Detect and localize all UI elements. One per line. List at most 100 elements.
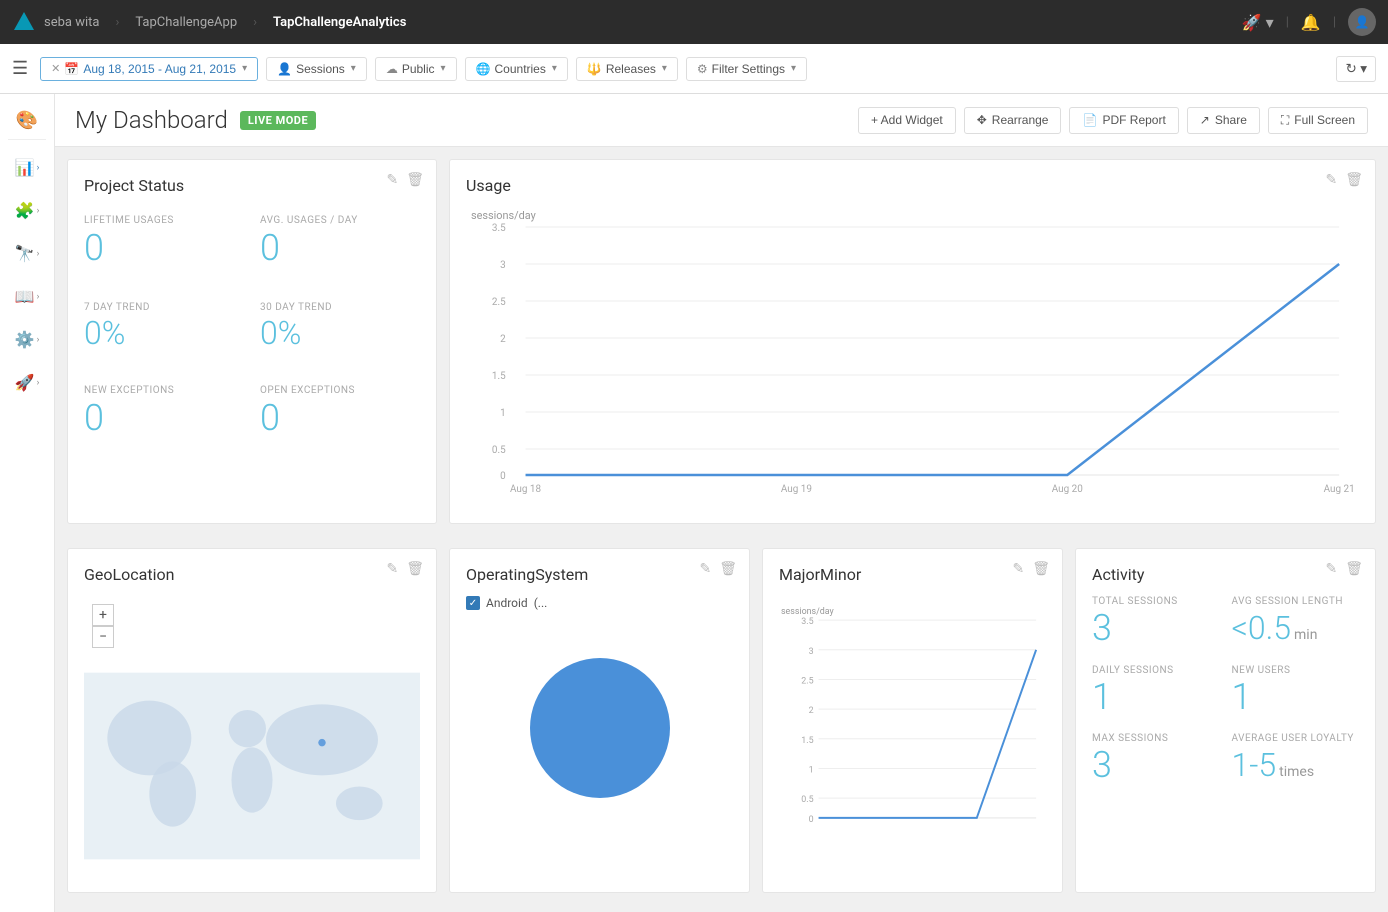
app-name[interactable]: TapChallengeApp bbox=[135, 15, 237, 30]
android-check-icon[interactable]: ✓ bbox=[466, 596, 480, 610]
current-page: TapChallengeAnalytics bbox=[273, 15, 406, 30]
delete-majorminor-icon[interactable]: 🗑 bbox=[1032, 561, 1050, 577]
rearrange-label: Rearrange bbox=[992, 113, 1049, 127]
avg-session-length-unit: min bbox=[1294, 627, 1317, 643]
majorminor-chart: sessions/day 3.5 3 2.5 2 1.5 1 bbox=[779, 596, 1046, 846]
delete-project-status-icon[interactable]: 🗑 bbox=[406, 172, 424, 188]
avatar[interactable]: 👤 bbox=[1348, 8, 1376, 36]
date-range-button[interactable]: ✕ 📅 Aug 18, 2015 - Aug 21, 2015 ▾ bbox=[40, 57, 258, 81]
daily-sessions-stat: DAILY SESSIONS 1 bbox=[1092, 665, 1220, 718]
releases-button[interactable]: 🔱 Releases ▾ bbox=[576, 57, 678, 81]
filter-settings-caret-icon: ▾ bbox=[791, 63, 796, 74]
brand-logo[interactable]: seba wita bbox=[12, 10, 99, 34]
sidebar-item-docs[interactable]: 📖 › bbox=[0, 277, 54, 316]
delete-geolocation-icon[interactable]: 🗑 bbox=[406, 561, 424, 577]
svg-text:sessions/day: sessions/day bbox=[781, 607, 835, 617]
edit-activity-icon[interactable]: ✎ bbox=[1325, 561, 1337, 577]
map-zoom-in-button[interactable]: + bbox=[92, 604, 114, 626]
operating-system-widget: OperatingSystem ✎ 🗑 ✓ Android (... bbox=[449, 548, 750, 893]
lifetime-usages-stat: LIFETIME USAGES 0 bbox=[84, 207, 244, 274]
edit-usage-icon[interactable]: ✎ bbox=[1325, 172, 1337, 188]
delete-os-icon[interactable]: 🗑 bbox=[719, 561, 737, 577]
avg-user-loyalty-stat: AVERAGE USER LOYALTY 1-5 times bbox=[1232, 733, 1360, 786]
activity-title: Activity bbox=[1092, 565, 1359, 584]
total-sessions-stat: TOTAL SESSIONS 3 bbox=[1092, 596, 1220, 649]
new-users-stat: NEW USERS 1 bbox=[1232, 665, 1360, 718]
usage-actions: ✎ 🗑 bbox=[1325, 172, 1363, 188]
geolocation-widget: GeoLocation ✎ 🗑 + − bbox=[67, 548, 437, 893]
releases-caret-icon: ▾ bbox=[662, 63, 667, 74]
countries-button[interactable]: 🌐 Countries ▾ bbox=[465, 57, 568, 81]
avg-user-loyalty-value: 1-5 times bbox=[1232, 746, 1360, 784]
filter-settings-icon: ⚙ bbox=[697, 62, 708, 76]
delete-activity-icon[interactable]: 🗑 bbox=[1345, 561, 1363, 577]
date-caret-icon: ▾ bbox=[242, 63, 247, 74]
max-sessions-value: 3 bbox=[1092, 746, 1220, 786]
filter-settings-button[interactable]: ⚙ Filter Settings ▾ bbox=[686, 57, 807, 81]
settings-arrow-icon: › bbox=[37, 335, 40, 345]
edit-geolocation-icon[interactable]: ✎ bbox=[386, 561, 398, 577]
sidebar-item-explore[interactable]: 🔭 › bbox=[0, 234, 54, 273]
settings-icon: ⚙️ bbox=[15, 330, 35, 349]
sidebar-item-plugins[interactable]: 🧩 › bbox=[0, 191, 54, 230]
pdf-report-button[interactable]: 📄 PDF Report bbox=[1069, 107, 1178, 134]
share-button[interactable]: ↗ Share bbox=[1187, 107, 1260, 134]
edit-os-icon[interactable]: ✎ bbox=[699, 561, 711, 577]
top-widget-row: Project Status ✎ 🗑 LIFETIME USAGES 0 AVG… bbox=[55, 147, 1388, 548]
os-legend: ✓ Android (... bbox=[466, 596, 733, 610]
os-pie-chart bbox=[466, 618, 733, 838]
sidebar-item-deploy[interactable]: 🚀 › bbox=[0, 363, 54, 402]
project-status-widget: Project Status ✎ 🗑 LIFETIME USAGES 0 AVG… bbox=[67, 159, 437, 524]
majorminor-title: MajorMinor bbox=[779, 565, 1046, 584]
public-caret-icon: ▾ bbox=[441, 63, 446, 74]
deploy-icon: 🚀 bbox=[15, 373, 35, 392]
hamburger-icon[interactable]: ☰ bbox=[12, 58, 28, 79]
add-widget-button[interactable]: + Add Widget bbox=[858, 107, 956, 134]
max-sessions-stat: MAX SESSIONS 3 bbox=[1092, 733, 1220, 786]
svg-text:0: 0 bbox=[809, 815, 814, 825]
refresh-button[interactable]: ↻ ▾ bbox=[1336, 56, 1376, 82]
avg-usages-label: AVG. USAGES / DAY bbox=[260, 215, 420, 226]
full-screen-button[interactable]: ⛶ Full Screen bbox=[1268, 107, 1368, 134]
seven-day-trend-value: 0% bbox=[84, 317, 244, 349]
svg-text:1.5: 1.5 bbox=[801, 736, 813, 746]
project-status-title: Project Status bbox=[84, 176, 420, 195]
daily-sessions-label: DAILY SESSIONS bbox=[1092, 665, 1220, 676]
edit-project-status-icon[interactable]: ✎ bbox=[386, 172, 398, 188]
sidebar-item-settings[interactable]: ⚙️ › bbox=[0, 320, 54, 359]
majorminor-actions: ✎ 🗑 bbox=[1012, 561, 1050, 577]
open-exceptions-stat: OPEN EXCEPTIONS 0 bbox=[260, 377, 420, 444]
bell-icon[interactable]: 🔔 bbox=[1301, 13, 1321, 32]
sidebar-item-analytics[interactable]: 📊 › bbox=[0, 148, 54, 187]
usage-chart-svg: sessions/day 3.5 3 2.5 2 1.5 1 bbox=[466, 207, 1359, 507]
total-sessions-value: 3 bbox=[1092, 609, 1220, 649]
new-exceptions-label: NEW EXCEPTIONS bbox=[84, 385, 244, 396]
public-button[interactable]: ☁ Public ▾ bbox=[375, 57, 457, 81]
sessions-icon: 👤 bbox=[277, 62, 292, 76]
delete-usage-icon[interactable]: 🗑 bbox=[1345, 172, 1363, 188]
palette-icon[interactable]: 🎨 bbox=[16, 110, 38, 131]
top-nav-right: 🚀 ▾ | 🔔 | 👤 bbox=[1242, 8, 1376, 36]
public-icon: ☁ bbox=[386, 62, 398, 76]
new-users-label: NEW USERS bbox=[1232, 665, 1360, 676]
rearrange-icon: ✥ bbox=[977, 113, 987, 127]
usage-title: Usage bbox=[466, 176, 1359, 195]
svg-text:1.5: 1.5 bbox=[492, 371, 506, 382]
sessions-button[interactable]: 👤 Sessions ▾ bbox=[266, 57, 367, 81]
svg-text:1: 1 bbox=[500, 408, 506, 419]
majorminor-widget: MajorMinor ✎ 🗑 sessions/day 3.5 3 2.5 bbox=[762, 548, 1063, 893]
android-legend-suffix: (... bbox=[534, 596, 548, 610]
android-legend-label: Android bbox=[486, 596, 528, 610]
edit-majorminor-icon[interactable]: ✎ bbox=[1012, 561, 1024, 577]
plugins-arrow-icon: › bbox=[37, 206, 40, 216]
map-zoom-out-button[interactable]: − bbox=[92, 626, 114, 648]
avg-loyalty-main: 1-5 bbox=[1232, 746, 1277, 784]
filter-bar: ☰ ✕ 📅 Aug 18, 2015 - Aug 21, 2015 ▾ 👤 Se… bbox=[0, 44, 1388, 94]
geolocation-actions: ✎ 🗑 bbox=[386, 561, 424, 577]
svg-text:1: 1 bbox=[809, 765, 814, 775]
rocket-icon[interactable]: 🚀 ▾ bbox=[1242, 13, 1274, 32]
os-actions: ✎ 🗑 bbox=[699, 561, 737, 577]
rearrange-button[interactable]: ✥ Rearrange bbox=[964, 107, 1062, 134]
explore-arrow-icon: › bbox=[37, 249, 40, 259]
max-sessions-label: MAX SESSIONS bbox=[1092, 733, 1220, 744]
